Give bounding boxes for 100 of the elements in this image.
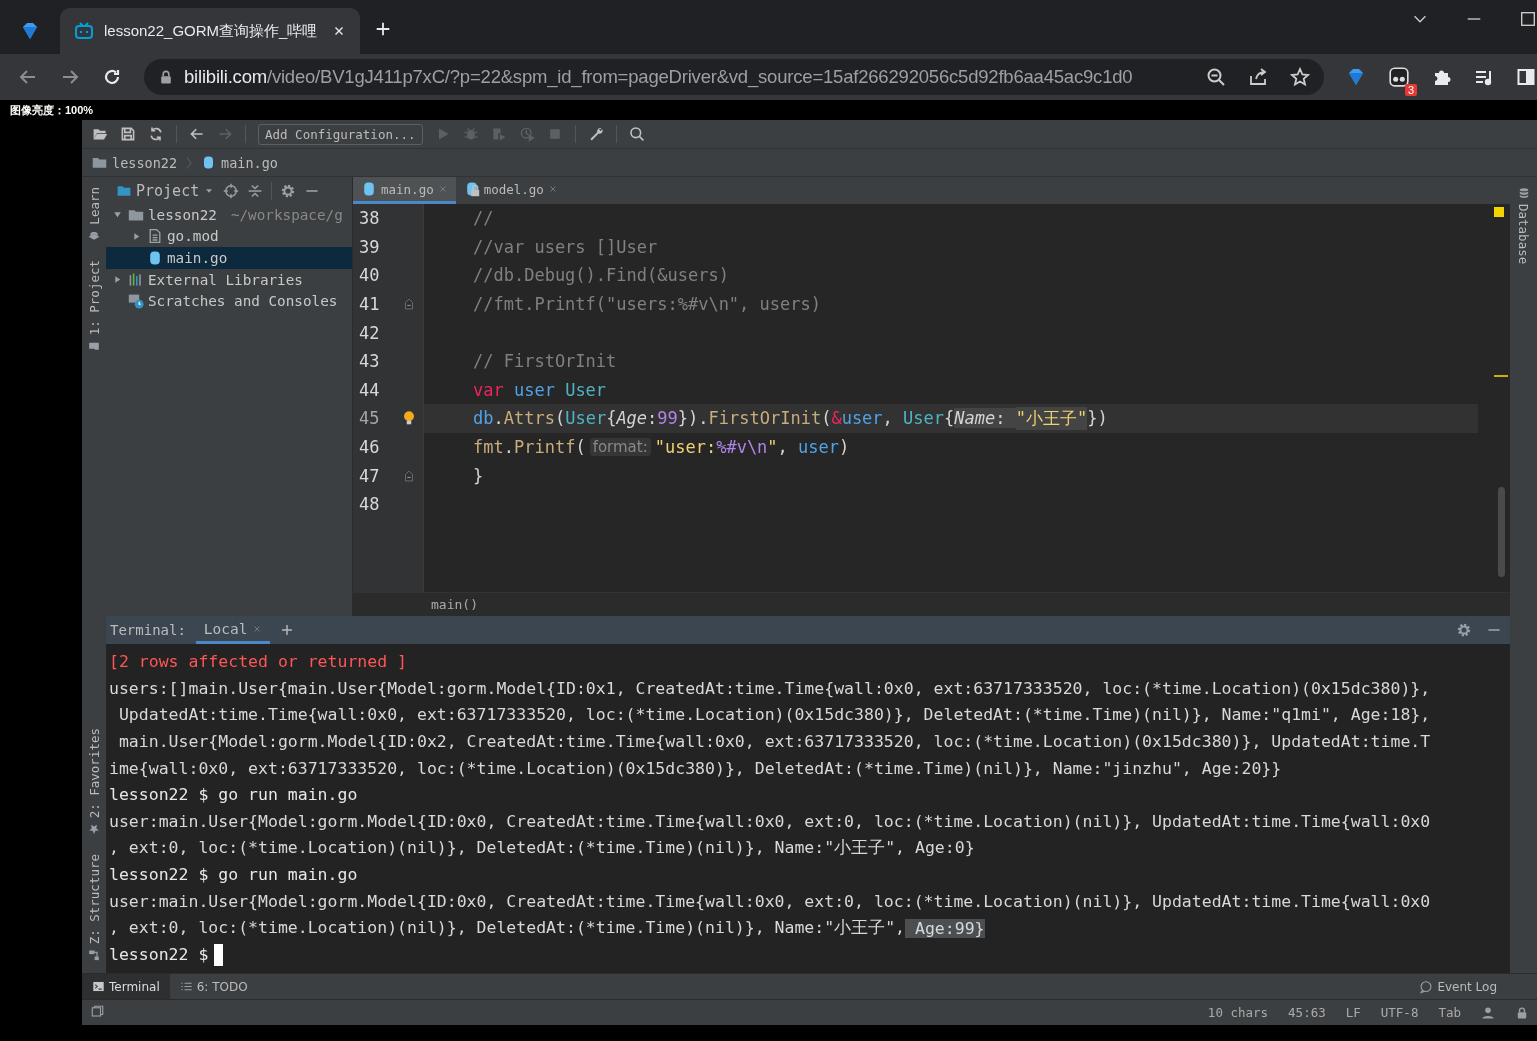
terminal-text: , ext:0, loc:(*time.Location)(nil)}, DeletedAt:(*time.Time)(nil)}, Name:"小王子", xyxy=(109,917,906,940)
star-icon[interactable] xyxy=(1290,67,1310,87)
person-icon[interactable] xyxy=(1481,1005,1495,1020)
gem-icon[interactable] xyxy=(1346,67,1366,87)
settings-icon[interactable] xyxy=(1456,622,1472,638)
status-item[interactable]: LF xyxy=(1345,1005,1361,1020)
zoom-out-icon[interactable] xyxy=(1206,67,1226,87)
scratch-icon xyxy=(128,293,144,310)
session-tab[interactable]: Local xyxy=(195,616,270,644)
breadcrumb-item[interactable]: main.go xyxy=(221,154,278,171)
structure-icon xyxy=(88,949,100,961)
tree-item[interactable]: main.go xyxy=(106,247,352,269)
search-icon[interactable] xyxy=(628,126,645,142)
share-icon[interactable] xyxy=(1248,67,1268,87)
terminal-text: lesson22 $ go run main.go xyxy=(109,785,358,805)
line-number: 38 xyxy=(358,207,381,231)
line-number: 43 xyxy=(358,350,381,374)
tree-item[interactable]: External Libraries xyxy=(106,268,352,291)
address-bar[interactable]: bilibili.com/video/BV1gJ411p7xC/?p=22&spm_id_from=pageDriver&vd_source=15af266292056c5d92fb6aa45ac9c1d0 xyxy=(144,59,1324,95)
code-line: //db.Debug().Find(&users) xyxy=(472,264,730,288)
terminal-text: , ext:0, loc:(*time.Location)(nil)}, DeletedAt:(*time.Time)(nil)}, Name:"小王子", Age:0} xyxy=(109,837,975,860)
line-number: 39 xyxy=(358,235,381,259)
tree-item[interactable]: Scratches and Consoles xyxy=(106,290,352,312)
terminal-text: [2 rows affected or returned ] xyxy=(109,651,407,671)
code-line: fmt.Printf( format: "user:%#v\n", user) xyxy=(472,436,851,460)
terminal-text: user:main.User{Model:gorm.Model{ID:0x0, CreatedAt:time.Time{wall:0x0, ext:0, loc:(*time.Location)(nil)}, UpdatedAt:time.Time{wall:0x0 xyxy=(109,811,1431,831)
code-breadcrumb[interactable]: main() xyxy=(431,597,478,612)
maximize-icon[interactable] xyxy=(1519,10,1537,28)
code-line: // xyxy=(472,207,495,231)
line-number: 48 xyxy=(358,493,381,517)
tool-window-tab[interactable]: 6: TODO xyxy=(169,974,258,999)
folder-icon xyxy=(92,155,107,170)
browser-tab[interactable]: lesson22_GORM查询操作_哔哩 xyxy=(60,8,360,54)
status-item[interactable]: UTF-8 xyxy=(1380,1005,1419,1020)
status-item[interactable]: 10 chars xyxy=(1207,1005,1269,1020)
brightness-label: 图像亮度：100% xyxy=(10,102,94,118)
reload-icon[interactable] xyxy=(102,67,122,87)
sync-icon[interactable] xyxy=(148,126,164,142)
go-file-icon xyxy=(361,181,377,197)
database-icon xyxy=(1517,187,1530,199)
line-number: 40 xyxy=(358,264,381,288)
tool-window-button[interactable]: 1: Project xyxy=(86,257,102,354)
locate-icon[interactable] xyxy=(223,182,240,199)
tool-windows-icon[interactable] xyxy=(90,1003,105,1019)
lock-icon xyxy=(158,69,174,85)
file-icon xyxy=(147,228,163,245)
list-icon xyxy=(179,980,193,993)
tree-item[interactable]: go.mod xyxy=(106,225,352,248)
scrollbar-thumb[interactable] xyxy=(1498,487,1505,577)
gem-icon[interactable] xyxy=(20,21,40,41)
terminal-icon xyxy=(92,980,105,993)
editor-tab[interactable]: main.go xyxy=(353,177,456,204)
open-folder-icon[interactable] xyxy=(92,126,108,142)
go-file-icon xyxy=(147,250,163,266)
tool-window-tab[interactable]: Terminal xyxy=(82,974,170,999)
line-number: 44 xyxy=(358,378,381,402)
code-line: var user User xyxy=(472,378,608,402)
tool-window-button[interactable]: Database xyxy=(1516,185,1531,267)
speech-bubble-icon xyxy=(1419,979,1434,994)
side-panel-icon[interactable] xyxy=(1516,67,1536,87)
terminal-text: main.User{Model:gorm.Model{ID:0x2, CreatedAt:time.Time{wall:0x0, ext:63717333520, loc:(*time.Location)(0x15dc380)}, UpdatedAt:time.T xyxy=(117,731,1431,751)
settings-icon[interactable] xyxy=(280,182,297,199)
terminal-text: user:main.User{Model:gorm.Model{ID:0x0, CreatedAt:time.Time{wall:0x0, ext:0, loc:(*time.Location)(nil)}, UpdatedAt:time.Time{wall:0x0 xyxy=(109,892,1431,912)
lock-icon[interactable] xyxy=(1515,1005,1529,1020)
tool-window-button[interactable]: 2: Favorites xyxy=(86,726,102,838)
tv-icon xyxy=(74,21,94,41)
library-icon xyxy=(128,271,144,288)
terminal-title: Terminal: xyxy=(110,622,186,638)
add-configuration-button[interactable]: Add Configuration... xyxy=(258,123,423,145)
terminal-text: users:[]main.User{main.User{Model:gorm.Model{ID:0x1, CreatedAt:time.Time{wall:0x0, ext:63717333520, loc:(*time.Location)(0x15dc380)}, xyxy=(109,678,1431,698)
tool-window-button[interactable]: Z: Structure xyxy=(86,851,102,963)
tree-item[interactable]: lesson22 ~/workspace/g xyxy=(106,204,352,226)
tool-window-icon xyxy=(88,229,100,242)
status-item[interactable]: Tab xyxy=(1438,1005,1461,1020)
line-number: 47 xyxy=(358,464,381,488)
terminal-text: UpdatedAt:time.Time{wall:0x0, ext:63717333520, loc:(*time.Location)(0x15dc380)}, DeletedAt:(*time.Time)(nil)}, Name:"q1mi", Age:18}, xyxy=(117,705,1431,725)
line-number: 42 xyxy=(358,321,381,345)
save-icon[interactable] xyxy=(120,126,136,142)
back-arrow-icon[interactable] xyxy=(189,126,205,142)
breadcrumb-item[interactable]: lesson22 xyxy=(112,154,178,171)
line-number: 41 xyxy=(358,293,381,317)
line-number: 46 xyxy=(358,436,381,460)
code-line: //fmt.Printf("users:%#v\n", users) xyxy=(472,293,822,317)
status-item[interactable]: 45:63 xyxy=(1288,1005,1326,1020)
notification-badge: 3 xyxy=(1404,84,1417,96)
event-log-button[interactable]: Event Log xyxy=(1419,979,1497,994)
terminal-text: lesson22 $ xyxy=(109,945,209,965)
code-line: } xyxy=(472,464,485,488)
line-number: 45 xyxy=(358,407,381,431)
selected-text: Age:99} xyxy=(905,918,985,938)
terminal-text: ime{wall:0x0, ext:63717333520, loc:(*time.Location)(0x15dc380)}, DeletedAt:(*time.Time)(nil)}, Name:"jinzhu", Age:20}} xyxy=(109,758,1282,778)
editor-tab[interactable]: model.go xyxy=(455,177,566,204)
tool-window-button[interactable]: Learn xyxy=(86,185,102,244)
project-view-dropdown[interactable]: Project xyxy=(116,181,216,200)
star-icon xyxy=(88,823,100,836)
extension-icon[interactable] xyxy=(1388,66,1410,88)
terminal-text: lesson22 $ go run main.go xyxy=(109,865,358,885)
collapse-all-icon[interactable] xyxy=(247,182,264,199)
code-line: //var users []User xyxy=(472,235,659,259)
code-line: // FirstOrInit xyxy=(472,350,618,374)
